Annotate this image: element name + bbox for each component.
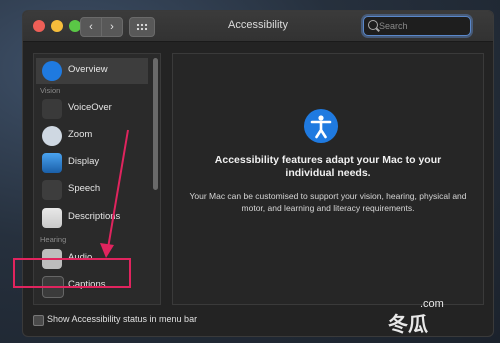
watermark-text: 冬瓜 <box>388 312 428 336</box>
annotation-arrow <box>100 129 129 258</box>
watermark-logo: .com 冬瓜 <box>388 298 496 336</box>
